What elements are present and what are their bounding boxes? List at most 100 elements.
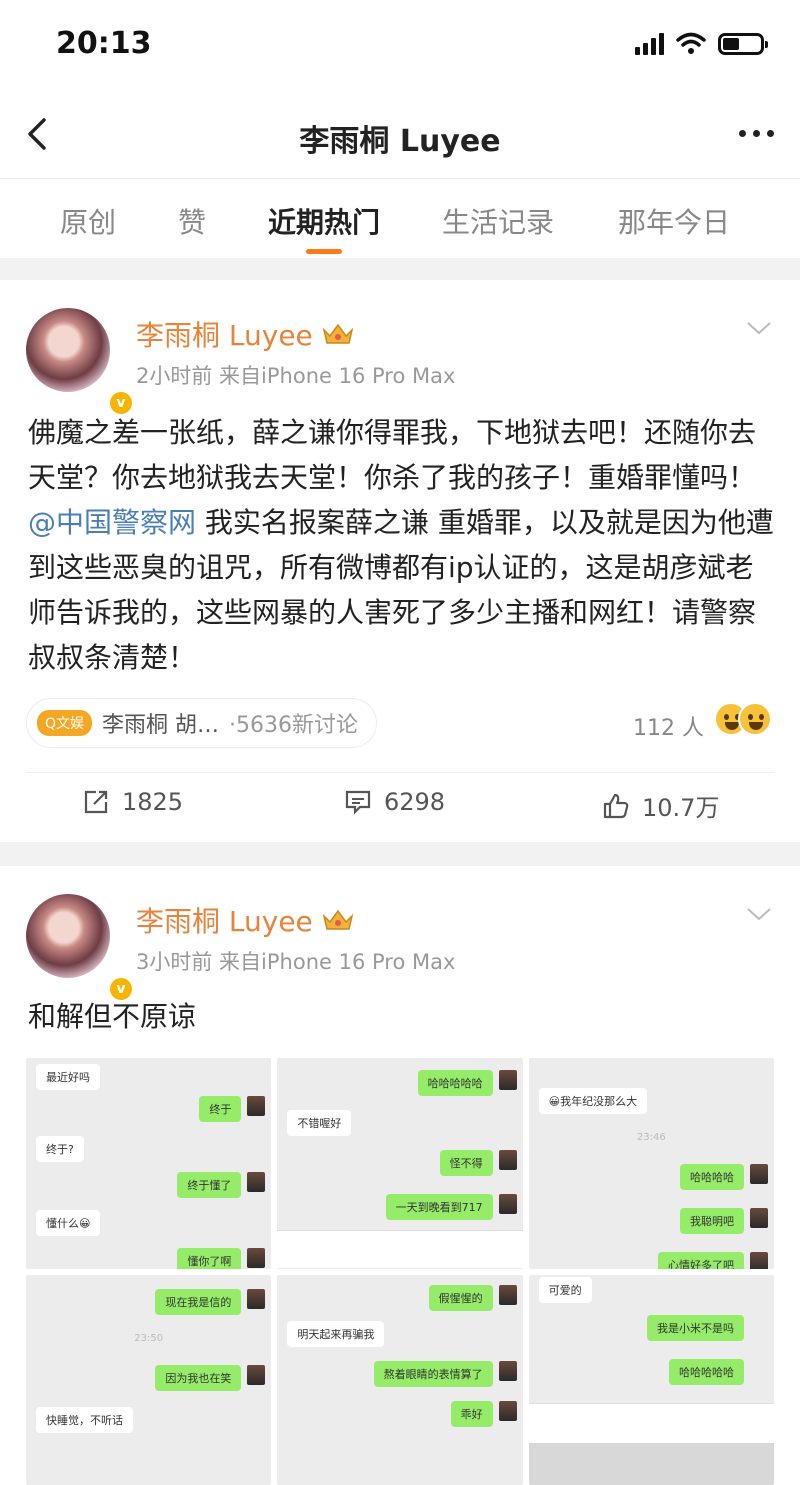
reaction-count[interactable]: 112 人 [633, 710, 704, 742]
profile-title: 李雨桐 Luyee [299, 124, 501, 159]
chat-bubble-sent: 哈哈哈哈哈 [417, 1070, 493, 1096]
post-actions: 1825 6298 10.7万 [0, 788, 800, 828]
chevron-down-icon[interactable] [746, 320, 772, 336]
topic-tag: Q文娱 [37, 710, 93, 736]
thumbs-up-icon [603, 793, 629, 818]
chat-bubble-sent: 现在我是信的 [155, 1288, 242, 1315]
chat-bubble-received: 😀我年纪没那么大 [538, 1088, 648, 1114]
tab-recent-hot[interactable]: 近期热门 [268, 201, 380, 241]
chat-avatar [247, 1248, 266, 1268]
repost-count: 1825 [122, 788, 184, 816]
wifi-icon [676, 32, 706, 54]
chat-avatar [498, 1284, 517, 1305]
chat-avatar [498, 1400, 517, 1421]
status-icons [635, 32, 768, 56]
feed-post: v 李雨桐 Luyee 3小时前 来自iPhone 16 Pro Max 和解但… [0, 866, 800, 1485]
topic-label: 李雨桐 胡… [102, 713, 220, 738]
avatar[interactable]: v [26, 308, 134, 416]
chat-screenshot[interactable]: 假惺惺的 明天起来再骗我 熬着眼睛的表情算了 乖好 [277, 1274, 523, 1485]
chat-bubble-received: 最近好吗 [36, 1064, 100, 1090]
nav-bar: 李雨桐 Luyee [0, 96, 800, 178]
post-meta: 2小时前 来自iPhone 16 Pro Max [136, 364, 456, 388]
chat-screenshot[interactable]: 哈哈哈哈哈 不错喔好 怪不得 一天到晚看到717 你 他 好 是 对 哈 因为 … [277, 1058, 523, 1269]
crown-icon [322, 323, 354, 344]
tab-likes[interactable]: 赞 [178, 201, 206, 241]
chat-bubble-sent: 终于懂了 [177, 1172, 242, 1198]
chat-bubble-sent: 假惺惺的 [428, 1284, 493, 1311]
chat-avatar [749, 1164, 768, 1184]
comment-button[interactable]: 6298 [344, 788, 445, 816]
chat-bubble-sent: 懂你了啊 [177, 1248, 242, 1269]
status-bar: 20:13 [0, 0, 800, 96]
image-grid: 最近好吗 终于 终于? 终于懂了 懂什么😀 懂你了啊 哈哈哈哈哈 不错喔好 怪不… [26, 1058, 774, 1485]
chat-avatar [247, 1288, 266, 1309]
tab-on-this-day[interactable]: 那年今日 [618, 201, 730, 241]
chat-avatar [247, 1096, 266, 1116]
like-button[interactable]: 10.7万 [602, 788, 719, 823]
post-author[interactable]: 李雨桐 Luyee [136, 314, 355, 354]
divider [26, 772, 774, 773]
chat-bubble-sent: 终于 [199, 1096, 242, 1122]
topic-count: ·5636新讨论 [229, 713, 359, 738]
chat-timestamp: 23:50 [134, 1332, 164, 1344]
post-text: 佛魔之差一张纸，薛之谦你得罪我，下地狱去吧！还随你去天堂？你去地狱我去天堂！你杀… [28, 410, 776, 680]
chat-bubble-sent: 我聪明吧 [679, 1208, 744, 1234]
chat-bubble-received: 懂什么😀 [36, 1210, 101, 1236]
topic-chip[interactable]: Q文娱 李雨桐 胡… ·5636新讨论 [26, 698, 378, 748]
chat-bubble-received: 明天起来再骗我 [287, 1320, 385, 1347]
chat-bubble-sent: 怪不得 [439, 1150, 493, 1176]
comment-count: 6298 [384, 788, 446, 816]
feed-post: v 李雨桐 Luyee 2小时前 来自iPhone 16 Pro Max 佛魔之… [0, 280, 800, 842]
chat-bubble-sent: 一天到晚看到717 [385, 1194, 493, 1220]
chat-bubble-sent: 我是小米不是吗 [646, 1314, 744, 1341]
chat-bubble-sent: 因为我也在笑 [155, 1364, 242, 1391]
chat-timestamp: 23:46 [636, 1132, 666, 1143]
post-author[interactable]: 李雨桐 Luyee [136, 900, 355, 940]
chat-screenshot[interactable]: 可爱的 我是小米不是吗 哈哈哈哈哈 [528, 1274, 774, 1485]
post-text-before: 佛魔之差一张纸，薛之谦你得罪我，下地狱去吧！还随你去天堂？你去地狱我去天堂！你杀… [28, 416, 757, 494]
chat-bubble-sent: 乖好 [450, 1400, 493, 1427]
chat-bubble-received: 快睡觉，不听话 [36, 1406, 133, 1433]
avatar[interactable]: v [26, 894, 134, 1002]
active-tab-indicator [306, 249, 342, 254]
chat-bubble-received: 终于? [36, 1136, 84, 1162]
chat-screenshot[interactable]: 😀我年纪没那么大 23:46 哈哈哈哈 我聪明吧 心情好多了吧 [528, 1058, 774, 1269]
chat-bubble-sent: 哈哈哈哈哈 [668, 1358, 744, 1385]
chat-bubble-sent: 哈哈哈哈 [679, 1164, 744, 1190]
chat-avatar [498, 1360, 517, 1381]
status-time: 20:13 [56, 26, 152, 61]
surprised-emoji-icon [738, 702, 772, 736]
post-meta: 3小时前 来自iPhone 16 Pro Max [136, 950, 456, 974]
author-name: 李雨桐 Luyee [136, 905, 313, 938]
tab-original[interactable]: 原创 [60, 201, 116, 241]
chat-avatar [749, 1252, 768, 1269]
chat-bubble-sent: 心情好多了吧 [657, 1252, 744, 1269]
comment-icon [345, 790, 371, 815]
keyboard [528, 1442, 774, 1485]
chat-avatar [749, 1208, 768, 1228]
chat-avatar [498, 1070, 517, 1090]
chat-bubble-received: 可爱的 [538, 1276, 592, 1303]
chat-screenshot[interactable]: 最近好吗 终于 终于? 终于懂了 懂什么😀 懂你了啊 [26, 1058, 272, 1269]
repost-icon [84, 790, 108, 814]
profile-tabs: 原创 赞 近期热门 生活记录 那年今日 [0, 178, 800, 258]
cellular-signal-icon [635, 33, 664, 55]
post-text: 和解但不原谅 [28, 1000, 197, 1033]
like-count: 10.7万 [642, 794, 720, 822]
tab-life-records[interactable]: 生活记录 [442, 201, 554, 241]
chat-avatar [247, 1364, 266, 1385]
chevron-down-icon[interactable] [746, 906, 772, 922]
more-options-icon[interactable] [739, 130, 774, 137]
chat-avatar [498, 1194, 517, 1214]
chat-input [528, 1402, 774, 1443]
chat-bubble-received: 不错喔好 [287, 1110, 352, 1136]
author-name: 李雨桐 Luyee [136, 319, 313, 352]
mention-link[interactable]: @中国警察网 [28, 506, 196, 539]
chat-bubble-sent: 熬着眼睛的表情算了 [373, 1360, 493, 1387]
chat-avatar [247, 1172, 266, 1192]
chat-input [277, 1230, 523, 1268]
repost-button[interactable]: 1825 [82, 788, 183, 816]
chat-avatar [498, 1150, 517, 1170]
battery-icon [718, 33, 768, 55]
chat-screenshot[interactable]: 现在我是信的 23:50 因为我也在笑 快睡觉，不听话 [26, 1274, 272, 1485]
